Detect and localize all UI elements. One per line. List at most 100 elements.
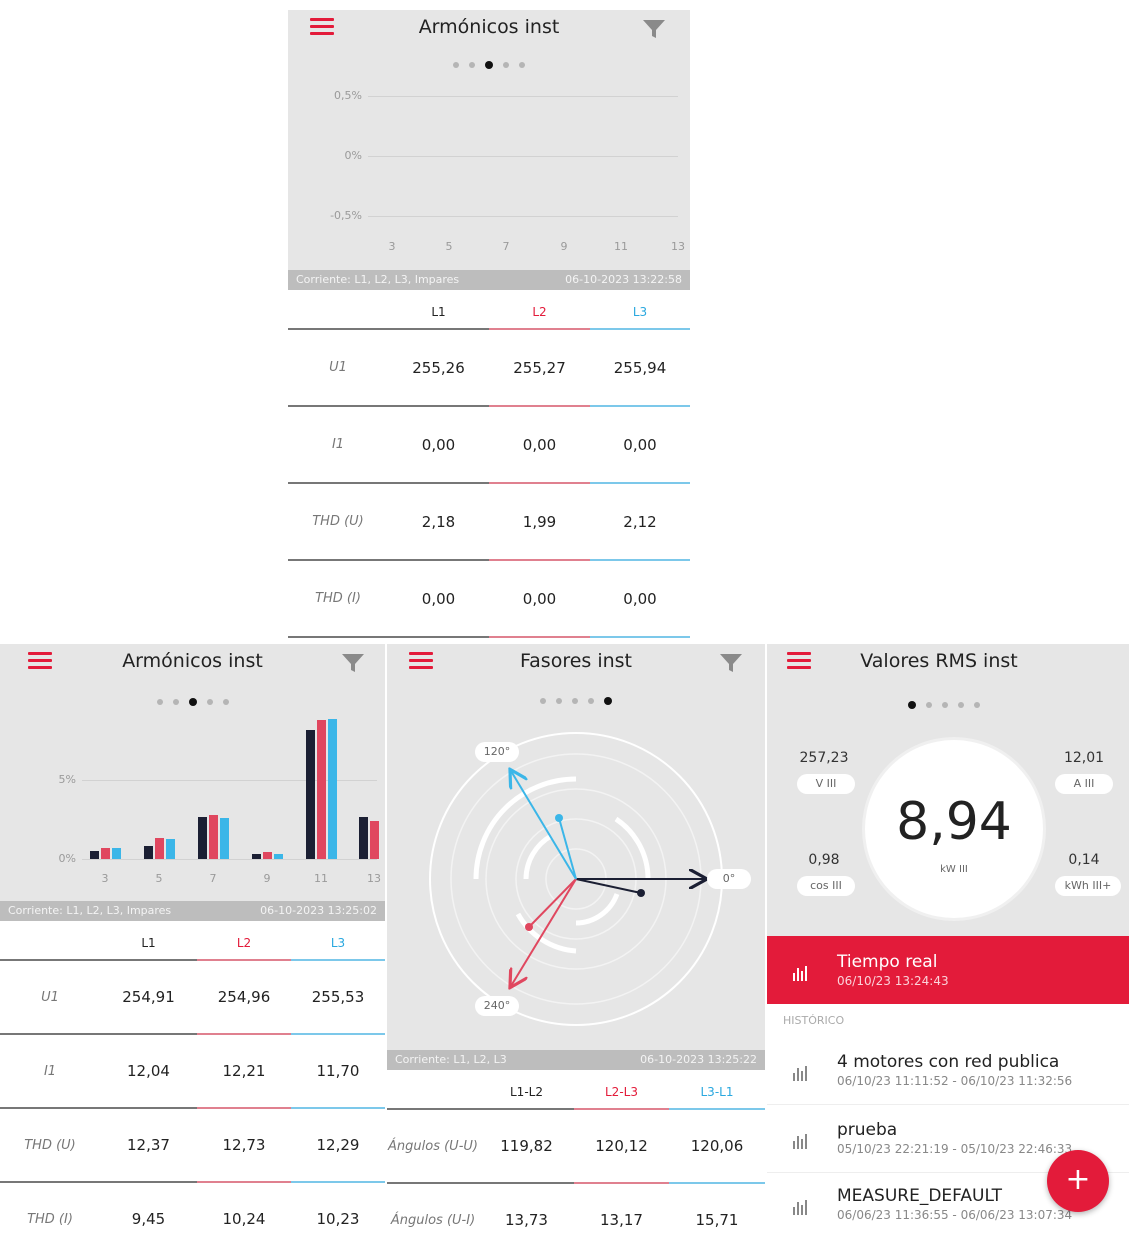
row-label: THD (U) [288,483,388,561]
corner-cell [0,927,100,961]
page-dot[interactable] [926,701,932,708]
cell-value: 12,37 [100,1108,197,1183]
page-dot[interactable] [974,701,980,708]
page-dot[interactable] [453,61,459,68]
chart-footer: Corriente: L1, L2, L3 06-10-2023 13:25:2… [387,1050,765,1070]
row-label: I1 [0,1034,100,1109]
chart-bars-icon [793,962,809,981]
page-dot[interactable] [540,697,546,704]
stat-unit-current: A III [1055,774,1113,794]
page-dot-active[interactable] [604,696,612,705]
y-tick-label: 0,5% [334,89,362,102]
main-value: 8,94 [896,792,1012,852]
stat-value-cos: 0,98 [808,852,840,868]
realtime-item[interactable]: Tiempo real 06/10/23 13:24:43 [767,936,1129,1004]
history-item[interactable]: 4 motores con red publica 06/10/23 11:11… [767,1048,1129,1105]
cell-value: 2,18 [388,483,489,561]
stat-value-energy: 0,14 [1068,852,1100,868]
col-header-l3-l1: L3-L1 [669,1076,765,1110]
x-tick-label: 7 [209,872,217,885]
bar-h3-l1 [90,851,99,859]
history-name: 4 motores con red publica [837,1052,1060,1072]
corner-cell [288,296,388,330]
bar-h13-l1 [359,817,368,859]
cell-value: 12,04 [100,1034,197,1109]
page-title: Valores RMS inst [860,650,1018,672]
table-row: U1 254,91 254,96 255,53 [0,960,385,1035]
page-dot[interactable] [519,61,525,68]
cell-value: 0,00 [590,560,690,638]
col-header-l3: L3 [291,927,385,961]
cell-value: 12,73 [197,1108,291,1183]
bar-chart [0,704,385,859]
page-dot[interactable] [942,701,948,708]
bar-h11-l2 [317,720,326,859]
history-date: 06/10/23 11:11:52 - 06/10/23 11:32:56 [837,1074,1073,1088]
angle-label-0: 0° [707,869,751,889]
page-dot-active[interactable] [485,60,493,69]
cell-value: 0,00 [590,406,690,484]
add-button[interactable]: + [1047,1150,1109,1212]
cell-value: 119,82 [479,1109,574,1184]
grid-line [368,156,678,157]
bar-h11-l1 [306,730,315,859]
cell-value: 254,91 [100,960,197,1035]
cell-value: 255,94 [590,329,690,407]
screen-rms-values: Valores RMS inst 8,94 kW III 257,23 V II… [767,644,1129,1251]
x-tick-label: 3 [101,872,109,885]
cell-value: 0,00 [489,406,590,484]
footer-source: Corriente: L1, L2, L3 [395,1053,507,1066]
footer-source: Corriente: L1, L2, L3, Impares [8,904,172,917]
stat-unit-energy: kWh III+ [1055,876,1121,896]
filter-icon[interactable] [719,652,743,674]
grid-line [368,216,678,217]
row-label: THD (U) [0,1108,100,1183]
page-title: Fasores inst [519,650,633,672]
cell-value: 0,00 [489,560,590,638]
cell-value: 255,53 [291,960,385,1035]
x-tick-label: 5 [445,240,453,253]
app-bar: Fasores inst [387,644,765,684]
cell-value: 120,06 [669,1109,765,1184]
bar-h11-l3 [328,719,337,859]
page-dot[interactable] [469,61,475,68]
page-indicator[interactable] [288,54,690,73]
cell-value: 15,71 [669,1183,765,1251]
col-header-l3: L3 [590,296,690,330]
page-dot[interactable] [572,697,578,704]
screen-harmonics-bars: Armónicos inst 5% 0% 3 5 7 9 11 13 Corri… [0,644,385,1251]
footer-timestamp: 06-10-2023 13:25:22 [640,1053,757,1066]
filter-icon[interactable] [341,652,365,674]
col-header-l1: L1 [388,296,489,330]
table-row: THD (I) 0,00 0,00 0,00 [288,560,690,638]
page-dot-active[interactable] [908,700,916,709]
page-indicator[interactable] [767,694,1129,713]
row-label: U1 [288,329,388,407]
y-tick-label: -0,5% [330,209,362,222]
values-table: L1 L2 L3 U1 254,91 254,96 255,53 I1 12,0… [0,927,385,1251]
row-label: Ángulos (U-U) [387,1109,479,1184]
page-dot[interactable] [588,697,594,704]
cell-value: 0,00 [388,560,489,638]
page-dot[interactable] [556,697,562,704]
grid-line [82,859,377,860]
history-section-label: HISTÓRICO [783,1014,845,1027]
angles-table: L1-L2 L2-L3 L3-L1 Ángulos (U-U) 119,82 1… [387,1076,765,1251]
realtime-name: Tiempo real [837,952,938,972]
page-indicator[interactable] [387,690,765,709]
cell-value: 9,45 [100,1182,197,1251]
history-date: 06/06/23 11:36:55 - 06/06/23 13:07:34 [837,1208,1073,1222]
page-dot[interactable] [958,701,964,708]
page-dot[interactable] [503,61,509,68]
stat-value-voltage: 257,23 [799,750,849,766]
x-tick-label: 13 [367,872,381,885]
cell-value: 13,17 [574,1183,669,1251]
main-unit: kW III [940,864,968,875]
filter-icon[interactable] [642,18,666,40]
stat-unit-cos: cos III [797,876,855,896]
bar-h5-l2 [155,838,164,859]
cell-value: 10,24 [197,1182,291,1251]
bar-h9-l2 [263,852,272,859]
col-header-l2-l3: L2-L3 [574,1076,669,1110]
app-bar: Armónicos inst [0,644,385,684]
